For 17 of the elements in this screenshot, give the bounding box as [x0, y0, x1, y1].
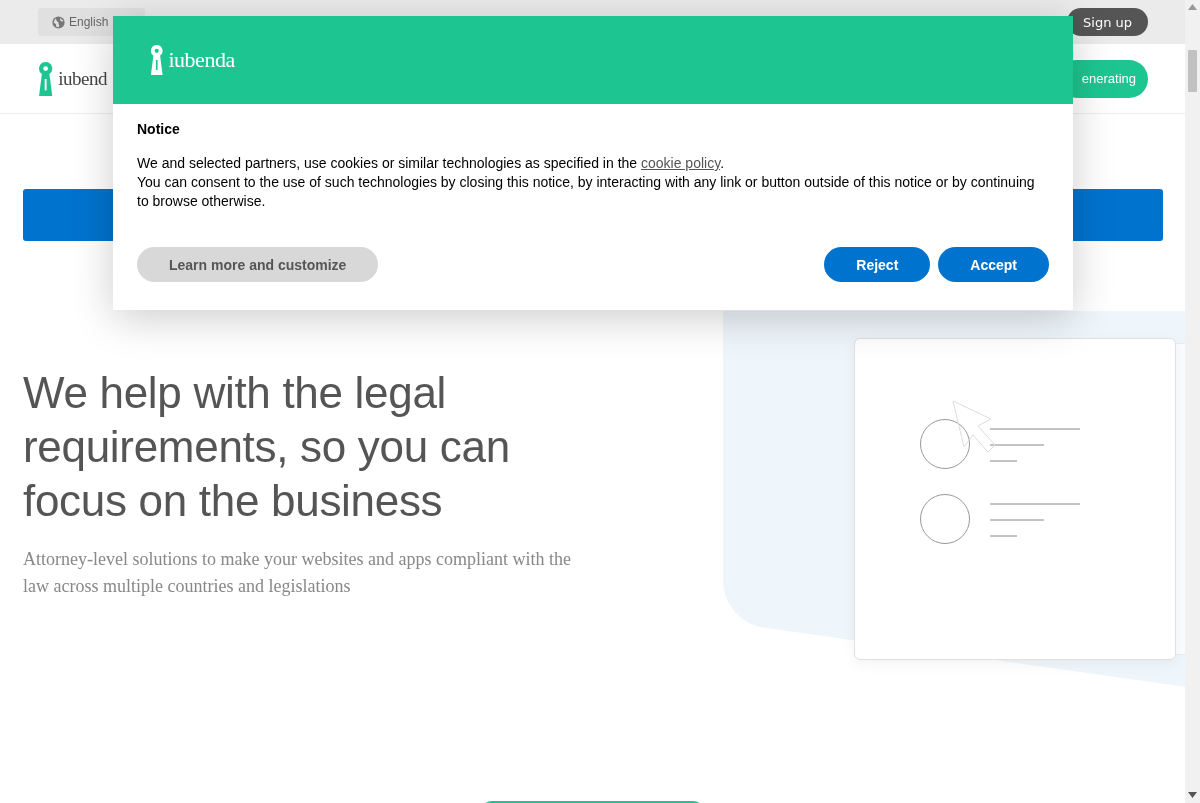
keyhole-logo-icon [38, 61, 54, 96]
primary-button[interactable]: Accept [938, 247, 1049, 282]
notice-title: Notice [137, 121, 181, 137]
scroll-thumb[interactable] [1188, 50, 1197, 92]
hero-subheading: Attorney-level solutions to make your websites and apps compliant with the law across multiple countries and legislations [23, 548, 572, 598]
notice-text: You can consent to the use of such technologies by closing this notice, by interacting with any link or button outside of this notice or by continuing to browse otherwise. [137, 173, 1036, 211]
customize-button[interactable]: Learn more and customize [137, 247, 379, 282]
keyhole-logo-icon [150, 45, 164, 75]
sign-up-button[interactable]: Sign up [1067, 8, 1148, 36]
logo-text: iubenda [168, 47, 235, 73]
primary-button[interactable]: Reject [824, 247, 931, 282]
scroll-down-icon[interactable] [1188, 792, 1197, 798]
scroll-up-icon[interactable] [1188, 4, 1197, 10]
globe-icon [52, 15, 65, 29]
notice-text: We and selected partners, use cookies or similar technologies as specified in the cookie policy. [137, 154, 726, 173]
logo-text: iubend [58, 67, 107, 90]
hero-heading: We help with the legal requirements, so you can focus on the business [23, 367, 511, 527]
